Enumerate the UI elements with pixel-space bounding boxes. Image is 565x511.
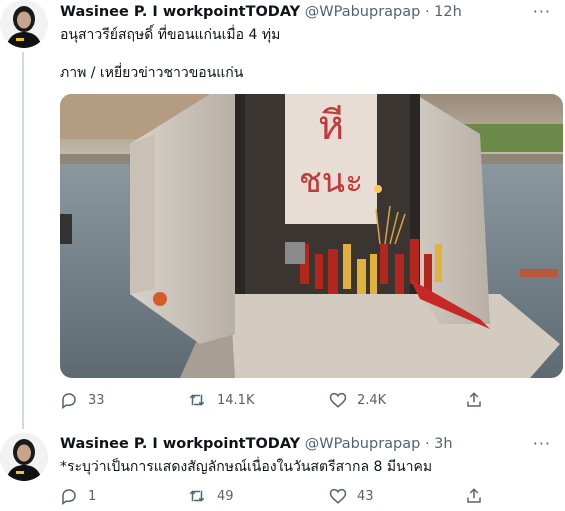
- thread-line: [22, 52, 24, 429]
- author-handle[interactable]: @WPabuprapap: [305, 436, 421, 452]
- like-button[interactable]: 2.4K: [329, 391, 386, 409]
- reply-button[interactable]: 1: [60, 487, 96, 505]
- tweet-actions: 1 49 43: [60, 487, 530, 511]
- more-icon[interactable]: ···: [533, 2, 551, 21]
- like-button[interactable]: 43: [329, 487, 374, 505]
- retweet-button[interactable]: 14.1K: [187, 391, 254, 409]
- reply-count: 1: [88, 488, 97, 504]
- sign-text-2: ชนะ: [299, 161, 364, 201]
- reply-button[interactable]: 33: [60, 391, 105, 409]
- timestamp[interactable]: 12h: [434, 4, 462, 20]
- reply-icon: [62, 393, 76, 409]
- retweet-icon: [189, 394, 205, 406]
- separator: ·: [424, 436, 430, 452]
- author-handle[interactable]: @WPabuprapap: [305, 4, 421, 20]
- avatar[interactable]: [0, 0, 48, 48]
- tweet-2[interactable]: Wasinee P. I workpointTODAY @WPabuprapap…: [0, 433, 565, 505]
- retweet-count: 14.1K: [217, 392, 255, 408]
- tweet-header: Wasinee P. I workpointTODAY @WPabuprapap…: [60, 436, 453, 452]
- share-icon: [467, 392, 481, 407]
- more-icon[interactable]: ···: [533, 434, 551, 453]
- share-button[interactable]: [465, 391, 483, 409]
- reply-count: 33: [88, 392, 105, 408]
- retweet-button[interactable]: 49: [187, 487, 234, 505]
- sign-text-1: หี: [318, 103, 344, 149]
- tweet-text-line-2: ภาพ / เหยี่ยวข่าวชาวขอนแก่น: [60, 65, 244, 81]
- share-button[interactable]: [465, 487, 483, 505]
- retweet-icon: [189, 490, 205, 502]
- like-icon: [329, 488, 347, 504]
- tweet-text-line-1: *ระบุว่าเป็นการแสดงสัญลักษณ์เนื่องในวันส…: [60, 459, 433, 475]
- tweet-photo[interactable]: หี ชนะ: [60, 94, 563, 378]
- author-name[interactable]: Wasinee P. I workpointTODAY: [60, 4, 300, 20]
- tweet-text-line-1: อนุสาวรีย์สฤษดิ์ ที่ขอนแก่นเมื่อ 4 ทุ่ม: [60, 27, 281, 43]
- like-count: 2.4K: [357, 392, 387, 408]
- like-icon: [329, 392, 347, 408]
- separator: ·: [424, 4, 430, 20]
- tweet-1[interactable]: Wasinee P. I workpointTODAY @WPabuprapap…: [0, 0, 565, 429]
- tweet-actions: 33 14.1K 2.4K: [60, 391, 530, 415]
- timestamp[interactable]: 3h: [434, 436, 452, 452]
- author-name[interactable]: Wasinee P. I workpointTODAY: [60, 436, 300, 452]
- retweet-count: 49: [217, 488, 234, 504]
- avatar[interactable]: [0, 433, 48, 481]
- reply-icon: [62, 489, 76, 505]
- like-count: 43: [357, 488, 374, 504]
- tweet-header: Wasinee P. I workpointTODAY @WPabuprapap…: [60, 4, 462, 20]
- share-icon: [467, 488, 481, 503]
